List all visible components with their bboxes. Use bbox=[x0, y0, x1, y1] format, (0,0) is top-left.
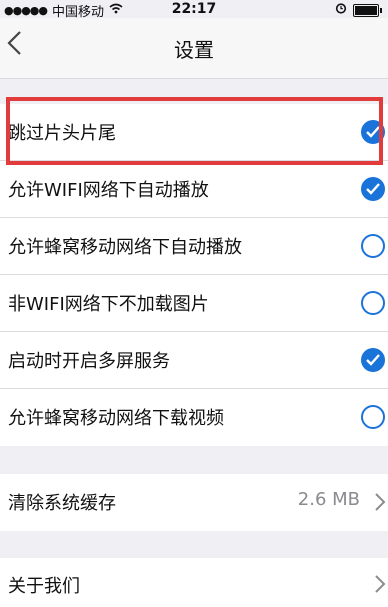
cache-group: 清除系统缓存 2.6 MB bbox=[0, 474, 388, 531]
about-group: 关于我们 bbox=[0, 558, 388, 607]
setting-row-cellular-download[interactable]: 允许蜂窝移动网络下载视频 bbox=[0, 389, 388, 446]
about-label: 关于我们 bbox=[8, 576, 80, 597]
chevron-right-icon bbox=[374, 574, 386, 598]
chevron-right-icon bbox=[374, 492, 386, 516]
status-right bbox=[335, 2, 382, 18]
cache-size-value: 2.6 MB bbox=[297, 489, 360, 510]
setting-label: 跳过片头片尾 bbox=[8, 123, 116, 144]
setting-row-no-images[interactable]: 非WIFI网络下不加载图片 bbox=[0, 275, 388, 332]
settings-group: 跳过片头片尾 允许WIFI网络下自动播放 允许蜂窝移动网络下自动播放 非WIFI… bbox=[0, 104, 388, 446]
checkmark-checked-icon[interactable] bbox=[361, 348, 385, 372]
setting-label: 非WIFI网络下不加载图片 bbox=[8, 294, 209, 315]
setting-label: 允许蜂窝移动网络下载视频 bbox=[8, 408, 224, 429]
page-title: 设置 bbox=[174, 38, 214, 62]
clear-cache-label: 清除系统缓存 bbox=[8, 493, 116, 514]
clear-cache-row[interactable]: 清除系统缓存 2.6 MB bbox=[0, 474, 388, 531]
nav-bar: 设置 bbox=[0, 18, 388, 79]
checkmark-unchecked-icon[interactable] bbox=[361, 234, 385, 258]
checkmark-unchecked-icon[interactable] bbox=[361, 405, 385, 429]
battery-icon bbox=[353, 3, 379, 17]
checkmark-checked-icon[interactable] bbox=[361, 177, 385, 201]
setting-row-multiscreen[interactable]: 启动时开启多屏服务 bbox=[0, 332, 388, 389]
setting-label: 启动时开启多屏服务 bbox=[8, 351, 170, 372]
setting-label: 允许蜂窝移动网络下自动播放 bbox=[8, 237, 242, 258]
alarm-icon bbox=[335, 2, 347, 18]
status-bar: ●●●●● 中国移动 22:17 bbox=[0, 0, 388, 20]
checkmark-checked-icon[interactable] bbox=[361, 120, 385, 144]
setting-row-cellular-autoplay[interactable]: 允许蜂窝移动网络下自动播放 bbox=[0, 218, 388, 275]
checkmark-unchecked-icon[interactable] bbox=[361, 291, 385, 315]
status-time: 22:17 bbox=[171, 1, 217, 17]
setting-label: 允许WIFI网络下自动播放 bbox=[8, 180, 209, 201]
about-row[interactable]: 关于我们 bbox=[0, 558, 388, 607]
setting-row-wifi-autoplay[interactable]: 允许WIFI网络下自动播放 bbox=[0, 161, 388, 218]
battery-tip bbox=[380, 7, 382, 13]
setting-row-skip-intro[interactable]: 跳过片头片尾 bbox=[0, 104, 388, 161]
